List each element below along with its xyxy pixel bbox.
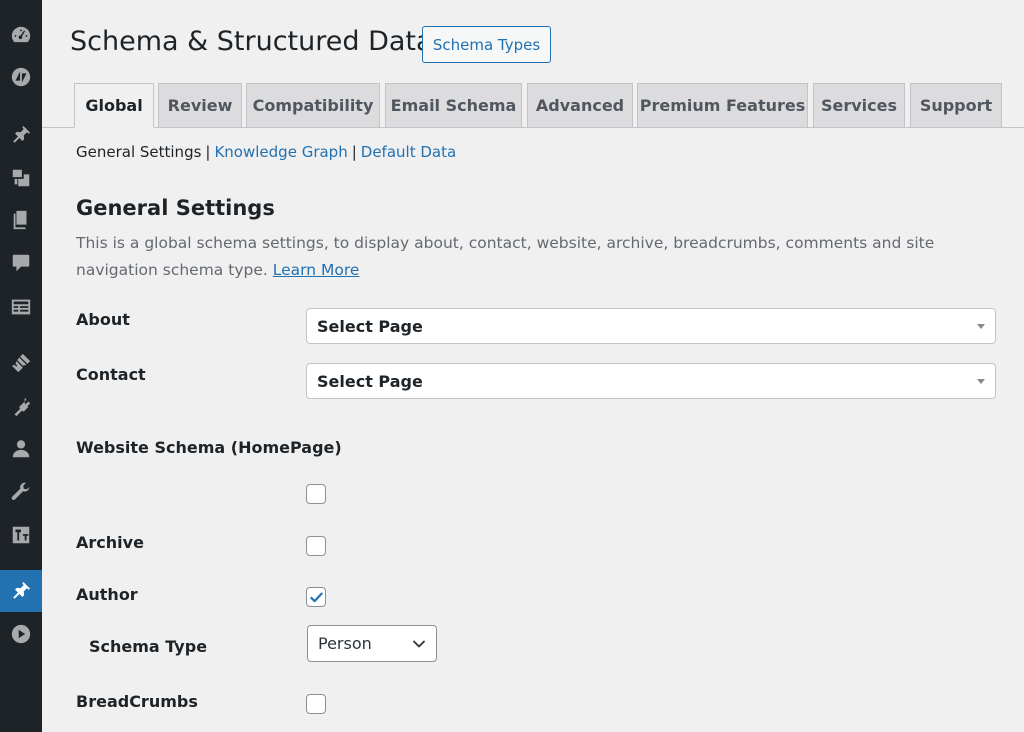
learn-more-link[interactable]: Learn More xyxy=(273,261,360,279)
schema-type-value: Person xyxy=(318,634,372,653)
dropdown-arrow-icon xyxy=(977,324,985,329)
section-description-text: This is a global schema settings, to dis… xyxy=(76,234,935,279)
chevron-down-icon xyxy=(413,640,425,648)
pages-icon[interactable] xyxy=(0,205,42,235)
archive-checkbox[interactable] xyxy=(306,536,326,556)
website-schema-checkbox[interactable] xyxy=(306,484,326,504)
forms-icon[interactable] xyxy=(0,292,42,322)
comments-icon[interactable] xyxy=(0,248,42,278)
archive-label: Archive xyxy=(76,533,144,552)
tab-support[interactable]: Support xyxy=(910,83,1002,127)
appearance-icon[interactable] xyxy=(0,348,42,378)
contact-select-value: Select Page xyxy=(317,371,423,391)
schema-type-select[interactable]: Person xyxy=(307,625,437,662)
section-title: General Settings xyxy=(76,196,275,220)
posts-pin-icon[interactable] xyxy=(0,120,42,150)
tab-services[interactable]: Services xyxy=(813,83,905,127)
tab-advanced[interactable]: Advanced xyxy=(527,83,633,127)
tools-icon[interactable] xyxy=(0,477,42,507)
tab-compatibility[interactable]: Compatibility xyxy=(246,83,380,127)
section-description: This is a global schema settings, to dis… xyxy=(76,230,956,284)
author-label: Author xyxy=(76,585,138,604)
tab-email-schema[interactable]: Email Schema xyxy=(385,83,522,127)
tabs-divider xyxy=(42,127,1024,128)
contact-page-select[interactable]: Select Page xyxy=(306,363,996,399)
admin-sidebar xyxy=(0,0,42,732)
page-title: Schema & Structured Data xyxy=(70,26,433,57)
subnav-default-data-link[interactable]: Default Data xyxy=(361,143,456,161)
checkmark-icon xyxy=(310,592,323,603)
tab-global[interactable]: Global xyxy=(74,83,154,128)
plugins-icon[interactable] xyxy=(0,392,42,422)
schema-pin-icon[interactable] xyxy=(0,570,42,612)
about-select-value: Select Page xyxy=(317,316,423,336)
subnav-separator: | xyxy=(205,143,211,161)
subnav-knowledge-graph-link[interactable]: Knowledge Graph xyxy=(214,143,347,161)
subnav-separator: | xyxy=(351,143,357,161)
jetpack-icon[interactable] xyxy=(0,62,42,92)
sub-navigation: General Settings | Knowledge Graph | Default… xyxy=(76,143,456,161)
play-icon[interactable] xyxy=(0,619,42,649)
users-icon[interactable] xyxy=(0,434,42,464)
dropdown-arrow-icon xyxy=(977,379,985,384)
dashboard-icon[interactable] xyxy=(0,20,42,50)
about-label: About xyxy=(76,310,130,329)
website-schema-label: Website Schema (HomePage) xyxy=(76,438,342,457)
settings-icon[interactable] xyxy=(0,520,42,550)
tab-premium-features[interactable]: Premium Features xyxy=(637,83,808,127)
schema-type-label: Schema Type xyxy=(89,637,208,656)
subnav-current: General Settings xyxy=(76,143,202,161)
about-page-select[interactable]: Select Page xyxy=(306,308,996,344)
tab-review[interactable]: Review xyxy=(158,83,242,127)
contact-label: Contact xyxy=(76,365,146,384)
media-icon[interactable] xyxy=(0,163,42,193)
breadcrumbs-checkbox[interactable] xyxy=(306,694,326,714)
schema-types-button[interactable]: Schema Types xyxy=(422,26,551,63)
author-checkbox[interactable] xyxy=(306,587,326,607)
breadcrumbs-label: BreadCrumbs xyxy=(76,692,198,711)
